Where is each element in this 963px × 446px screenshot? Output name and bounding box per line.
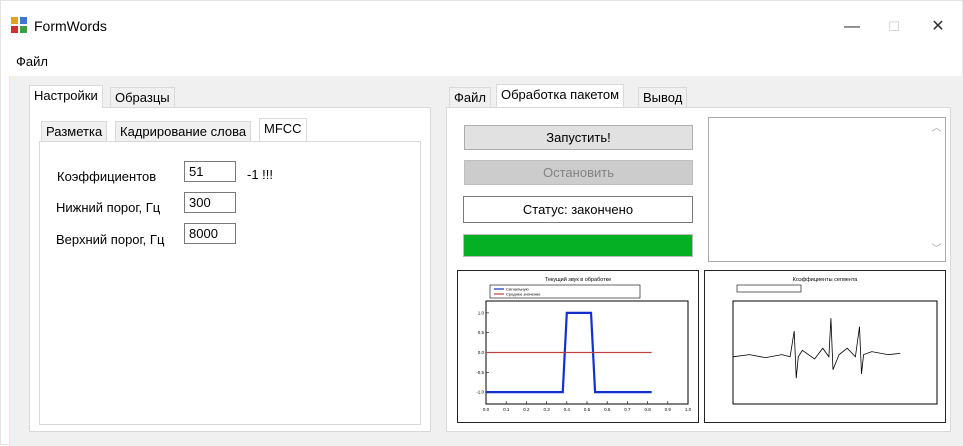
current-sound-chart: Текущий звук в обработке 0.0 0.1 0.2 0.3 0.4 0… — [457, 270, 699, 423]
plot-area — [732, 300, 938, 405]
segment-coef-chart: Коэффициенты сегмента — [704, 270, 946, 423]
x-tick-label: 0.6 — [604, 407, 611, 412]
chart-title: Текущий звук в обработке — [545, 276, 611, 283]
x-tick-label: 0.2 — [523, 407, 530, 412]
x-tick-label: 0.3 — [543, 407, 550, 412]
coef-input[interactable]: 51 — [184, 161, 236, 182]
x-tick-label: 0.1 — [503, 407, 510, 412]
segment-coef-svg: Коэффициенты сегмента — [732, 277, 938, 405]
close-button[interactable]: ✕ — [923, 15, 953, 39]
status-label: Статус: закончено — [463, 196, 693, 223]
high-freq-label: Верхний порог, Гц — [56, 232, 165, 247]
minimize-button[interactable]: — — [837, 15, 867, 39]
x-tick-label: 0.7 — [624, 407, 631, 412]
high-freq-input[interactable]: 8000 — [184, 223, 236, 244]
x-tick-label: 0.0 — [483, 407, 490, 412]
legend-box — [736, 284, 802, 293]
tab-file[interactable]: Файл — [449, 87, 491, 107]
y-tick-label: -1.0 — [476, 390, 484, 395]
app-icon — [11, 17, 27, 33]
listbox-scrollbar[interactable]: ︿ ﹀ — [928, 118, 945, 261]
x-tick-label: 0.4 — [564, 407, 571, 412]
progress-bar — [463, 234, 693, 257]
x-tick-label: 0.5 — [584, 407, 591, 412]
app-window: FormWords — ☐ ✕ Файл Настройки Образцы Р… — [0, 0, 963, 446]
tab-output[interactable]: Вывод — [638, 87, 688, 107]
y-tick-label: 0.5 — [478, 330, 485, 335]
y-tick-label: -0.5 — [476, 370, 484, 375]
tab-mfcc[interactable]: MFCC — [259, 118, 307, 141]
tab-batch[interactable]: Обработка пакетом — [496, 84, 625, 107]
y-tick-label: 1.0 — [478, 310, 485, 315]
x-tick-label: 0.8 — [644, 407, 651, 412]
scroll-up-icon[interactable]: ︿ — [928, 122, 945, 136]
tab-markup[interactable]: Разметка — [41, 121, 108, 141]
x-tick-label: 0.9 — [665, 407, 672, 412]
window-title: FormWords — [34, 18, 107, 34]
legend-label-1: Среднее значение — [506, 292, 541, 297]
y-tick-label: 0.0 — [478, 350, 485, 355]
tab-samples[interactable]: Образцы — [110, 87, 175, 107]
x-tick-label: 1.0 — [685, 407, 692, 412]
stop-button[interactable]: Остановить — [464, 160, 693, 185]
coef-label: Коэффициентов — [57, 169, 157, 184]
maximize-button[interactable]: ☐ — [879, 15, 909, 39]
coef-note: -1 !!! — [247, 167, 274, 182]
tab-settings[interactable]: Настройки — [29, 85, 103, 108]
menu-file[interactable]: Файл — [16, 54, 48, 69]
low-freq-input[interactable]: 300 — [184, 192, 236, 213]
tab-cropping[interactable]: Кадрирование слова — [115, 121, 252, 141]
start-button[interactable]: Запустить! — [464, 125, 693, 150]
current-sound-svg: Текущий звук в обработке 0.0 0.1 0.2 0.3 0.4 0… — [476, 276, 692, 412]
low-freq-label: Нижний порог, Гц — [56, 200, 161, 215]
progress-fill — [464, 235, 692, 256]
log-listbox[interactable]: ︿ ﹀ — [708, 117, 946, 262]
scroll-down-icon[interactable]: ﹀ — [928, 243, 945, 257]
chart-title: Коэффициенты сегмента — [793, 277, 859, 283]
